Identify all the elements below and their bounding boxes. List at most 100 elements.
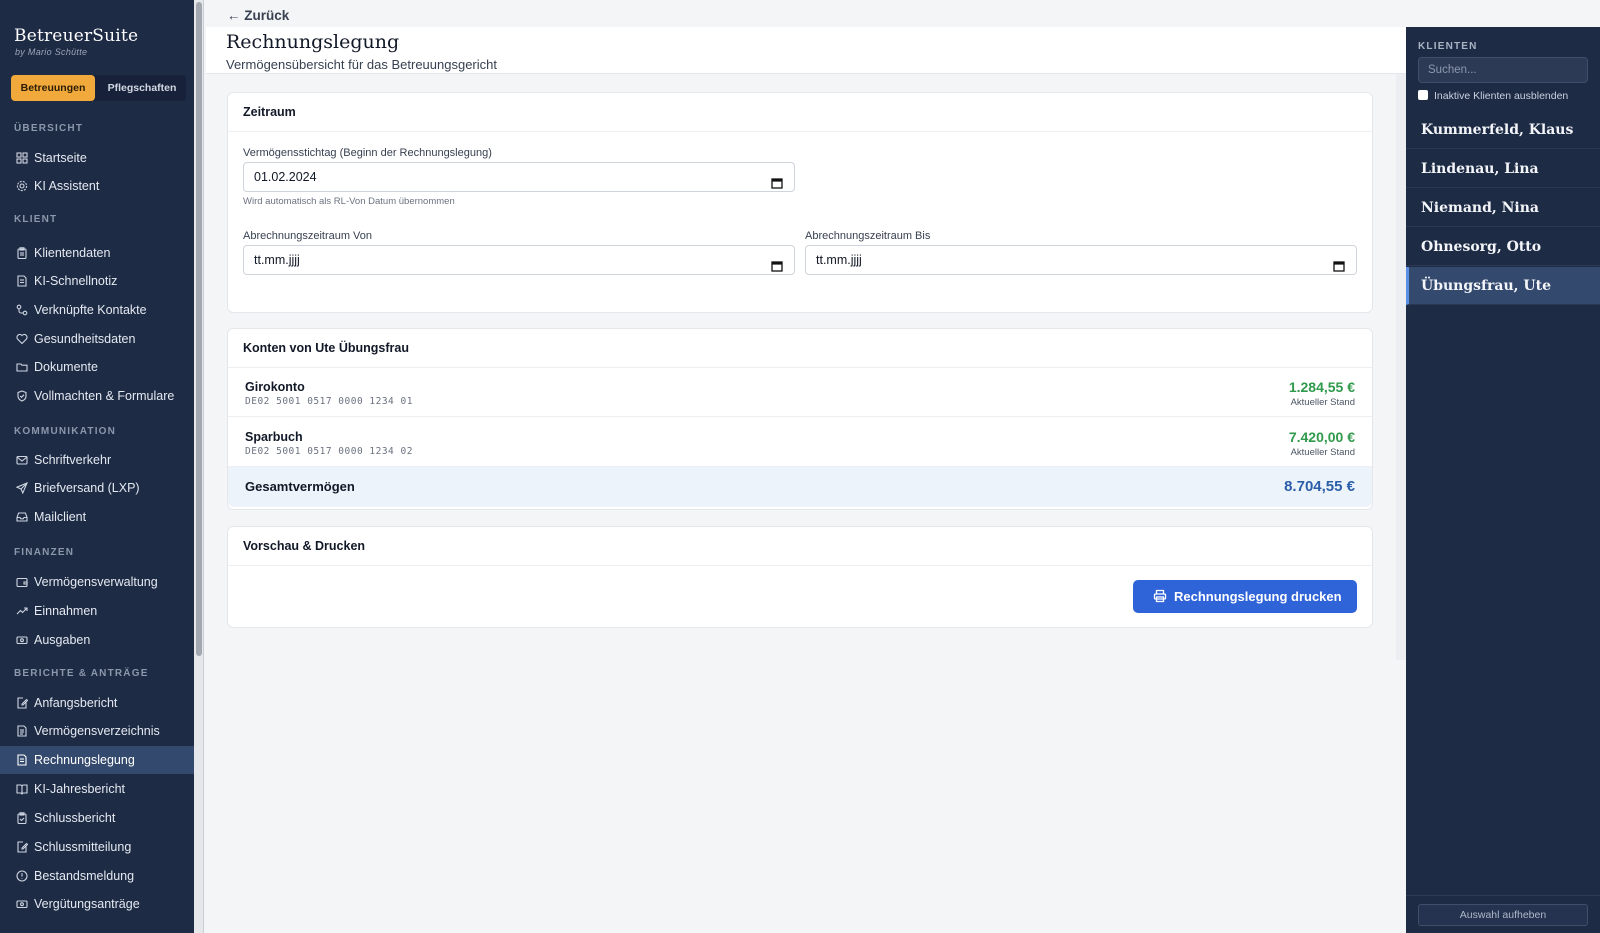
- sidebar-item-label: Dokumente: [34, 360, 98, 374]
- brand-name: BetreuerSuite: [14, 26, 139, 46]
- send-icon: [16, 482, 28, 494]
- sidebar-item-mailclient[interactable]: Mailclient: [0, 503, 194, 531]
- sidebar-item-label: Ausgaben: [34, 633, 91, 647]
- total-label: Gesamtvermögen: [245, 479, 355, 494]
- edit-doc-icon: [16, 841, 28, 853]
- sidebar-item-verknuepfte-kontakte[interactable]: Verknüpfte Kontakte: [0, 296, 194, 324]
- sidebar-item-briefversand[interactable]: Briefversand (LXP): [0, 474, 194, 502]
- sidebar-item-schlussbericht[interactable]: Schlussbericht: [0, 804, 194, 832]
- banknote-icon: [16, 898, 28, 910]
- von-date-input[interactable]: tt.mm.jjjj: [243, 245, 795, 275]
- sidebar-item-ki-jahresbericht[interactable]: KI-Jahresbericht: [0, 775, 194, 803]
- printer-icon: [1153, 589, 1167, 603]
- doc-icon: [16, 754, 28, 766]
- sidebar-item-vermoegensverwaltung[interactable]: Vermögensverwaltung: [0, 568, 194, 596]
- nav-section-overview: ÜBERSICHT: [14, 123, 84, 134]
- sidebar-item-startseite[interactable]: Startseite: [0, 144, 194, 172]
- von-value: tt.mm.jjjj: [254, 253, 300, 267]
- sidebar-item-einnahmen[interactable]: Einnahmen: [0, 597, 194, 625]
- mode-betreuungen-button[interactable]: Betreuungen: [11, 75, 95, 101]
- inactive-clients-toggle[interactable]: Inaktive Klienten ausblenden: [1418, 90, 1568, 102]
- total-row: Gesamtvermögen 8.704,55 €: [228, 467, 1372, 507]
- shield-icon: [16, 390, 28, 402]
- client-item[interactable]: Niemand, Nina: [1406, 189, 1600, 227]
- link-icon: [16, 304, 28, 316]
- konten-card-title: Konten von Ute Übungsfrau: [228, 329, 1372, 368]
- print-card-title: Vorschau & Drucken: [228, 527, 1372, 566]
- print-button[interactable]: Rechnungslegung drucken: [1133, 580, 1357, 613]
- bis-value: tt.mm.jjjj: [816, 253, 862, 267]
- sidebar-item-label: Vergütungsanträge: [34, 897, 140, 911]
- sidebar-scrollbar[interactable]: [194, 0, 204, 933]
- clear-selection-button[interactable]: Auswahl aufheben: [1418, 904, 1588, 926]
- content-scrollbar[interactable]: [1396, 74, 1406, 660]
- sidebar-item-label: Gesundheitsdaten: [34, 332, 136, 346]
- inactive-clients-label: Inaktive Klienten ausblenden: [1434, 90, 1569, 102]
- stichtag-date-input[interactable]: 01.02.2024: [243, 162, 795, 192]
- brand-byline: by Mario Schütte: [15, 47, 88, 57]
- alert-circle-icon: [16, 870, 28, 882]
- client-search-input[interactable]: Suchen...: [1418, 57, 1588, 83]
- sidebar: BetreuerSuite by Mario Schütte Betreuung…: [0, 0, 194, 933]
- sidebar-item-label: Schlussbericht: [34, 811, 116, 825]
- check-clipboard-icon: [16, 812, 28, 824]
- account-stand-label: Aktueller Stand: [1290, 447, 1355, 458]
- sidebar-item-schriftverkehr[interactable]: Schriftverkehr: [0, 446, 194, 474]
- print-card: Vorschau & Drucken Rechnungslegung druck…: [227, 526, 1373, 628]
- sidebar-item-vollmachten[interactable]: Vollmachten & Formulare: [0, 382, 194, 410]
- nav-section-client: KLIENT: [14, 214, 58, 225]
- nav-section-reports: BERICHTE & ANTRÄGE: [14, 668, 149, 679]
- wallet-icon: [16, 576, 28, 588]
- bis-date-input[interactable]: tt.mm.jjjj: [805, 245, 1357, 275]
- stichtag-label: Vermögensstichtag (Beginn der Rechnungsl…: [243, 147, 492, 159]
- sidebar-item-gesundheitsdaten[interactable]: Gesundheitsdaten: [0, 325, 194, 353]
- sidebar-item-ausgaben[interactable]: Ausgaben: [0, 626, 194, 654]
- client-item-selected[interactable]: Übungsfrau, Ute: [1406, 267, 1600, 305]
- sidebar-item-ki-schnellnotiz[interactable]: KI-Schnellnotiz: [0, 267, 194, 295]
- sidebar-item-ki-assistent[interactable]: KI Assistent: [0, 172, 194, 200]
- stichtag-hint: Wird automatisch als RL-Von Datum überno…: [243, 196, 455, 207]
- sidebar-scrollbar-thumb[interactable]: [196, 2, 202, 656]
- client-panel: KLIENTEN Suchen... Inaktive Klienten aus…: [1406, 27, 1600, 933]
- client-panel-title: KLIENTEN: [1418, 41, 1478, 52]
- mode-pflegschaften-button[interactable]: Pflegschaften: [99, 75, 185, 101]
- zeitraum-card-title: Zeitraum: [228, 93, 1372, 132]
- sidebar-item-anfangsbericht[interactable]: Anfangsbericht: [0, 689, 194, 717]
- sidebar-item-vermoegensverzeichnis[interactable]: Vermögensverzeichnis: [0, 717, 194, 745]
- grid-icon: [16, 152, 28, 164]
- banknote-icon: [16, 634, 28, 646]
- account-amount: 7.420,00 €: [1288, 429, 1355, 445]
- account-iban: DE02 5001 0517 0000 1234 01: [245, 396, 413, 407]
- sidebar-item-bestandsmeldung[interactable]: Bestandsmeldung: [0, 862, 194, 890]
- inbox-icon: [16, 511, 28, 523]
- nav-section-communication: KOMMUNIKATION: [14, 426, 117, 437]
- client-item[interactable]: Kummerfeld, Klaus: [1406, 111, 1600, 149]
- back-link[interactable]: ← Zurück: [227, 8, 289, 23]
- stichtag-value: 01.02.2024: [254, 170, 317, 184]
- sidebar-item-label: KI Assistent: [34, 179, 100, 193]
- sidebar-item-label: KI-Schnellnotiz: [34, 274, 118, 288]
- calendar-icon[interactable]: [771, 171, 783, 189]
- gear-icon: [16, 180, 28, 192]
- sidebar-item-rechnungslegung[interactable]: Rechnungslegung: [0, 746, 194, 774]
- calendar-icon[interactable]: [1333, 254, 1345, 272]
- account-name: Sparbuch: [245, 430, 303, 444]
- sidebar-item-schlussmitteilung[interactable]: Schlussmitteilung: [0, 833, 194, 861]
- checkbox-icon[interactable]: [1418, 90, 1428, 100]
- list-doc-icon: [16, 725, 28, 737]
- book-icon: [16, 783, 28, 795]
- client-item[interactable]: Ohnesorg, Otto: [1406, 228, 1600, 266]
- sidebar-item-dokumente[interactable]: Dokumente: [0, 353, 194, 381]
- sidebar-item-label: Anfangsbericht: [34, 696, 118, 710]
- sidebar-item-klientendaten[interactable]: Klientendaten: [0, 239, 194, 267]
- zeitraum-card: Zeitraum Vermögensstichtag (Beginn der R…: [227, 92, 1373, 313]
- sidebar-item-verguetungsantraege[interactable]: Vergütungsanträge: [0, 890, 194, 918]
- page-title: Rechnungslegung: [226, 31, 400, 53]
- note-icon: [16, 275, 28, 287]
- print-button-label: Rechnungslegung drucken: [1174, 589, 1342, 604]
- client-item[interactable]: Lindenau, Lina: [1406, 150, 1600, 188]
- heart-icon: [16, 333, 28, 345]
- nav-section-finance: FINANZEN: [14, 547, 75, 558]
- calendar-icon[interactable]: [771, 254, 783, 272]
- table-row: Sparbuch DE02 5001 0517 0000 1234 02 7.4…: [228, 418, 1372, 467]
